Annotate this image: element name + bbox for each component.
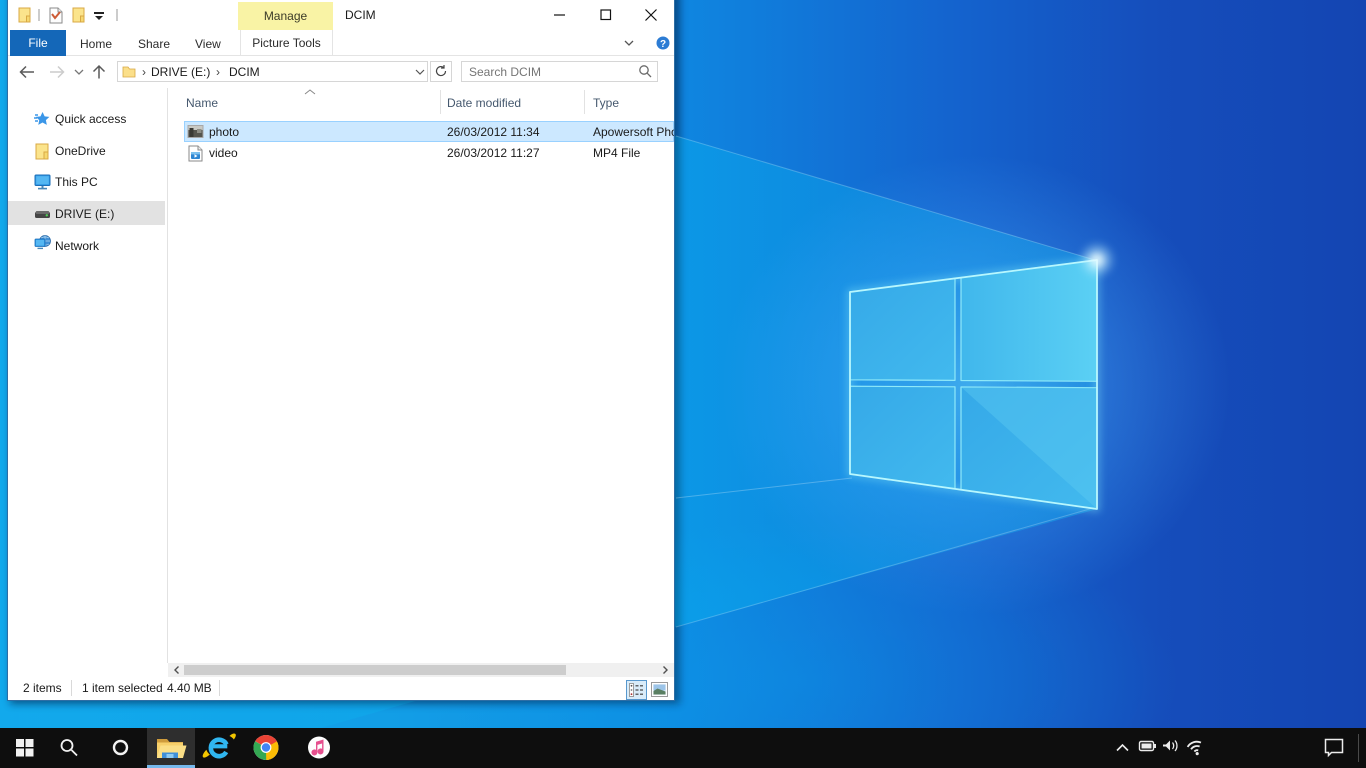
svg-text:?: ? — [660, 39, 666, 50]
